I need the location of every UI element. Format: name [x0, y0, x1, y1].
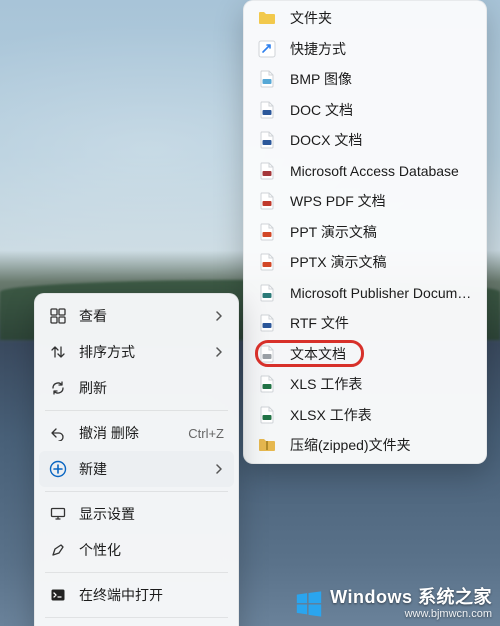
separator: [45, 410, 228, 411]
chevron-right-icon: [214, 347, 224, 357]
watermark-title: Windows 系统之家: [330, 588, 492, 608]
new-submenu-item[interactable]: PPTX 演示文稿: [244, 247, 486, 278]
submenu-item-label: 文本文档: [290, 344, 472, 364]
new-submenu-item[interactable]: XLS 工作表: [244, 369, 486, 400]
ctx-label: 在终端中打开: [79, 585, 224, 605]
new-submenu-item[interactable]: DOCX 文档: [244, 125, 486, 156]
terminal-icon: [49, 586, 67, 604]
ctx-label: 新建: [79, 459, 214, 479]
submenu-item-label: Microsoft Publisher Document: [290, 285, 472, 301]
docx-icon: [258, 131, 276, 149]
refresh-icon: [49, 379, 67, 397]
separator: [45, 572, 228, 573]
submenu-item-label: 快捷方式: [290, 39, 472, 59]
ctx-label: 撤消 删除: [79, 423, 188, 443]
ctx-label: 刷新: [79, 378, 224, 398]
ctx-label: 显示设置: [79, 504, 224, 524]
new-submenu-item[interactable]: Microsoft Publisher Document: [244, 278, 486, 309]
ctx-label: 排序方式: [79, 342, 214, 362]
submenu-item-label: PPTX 演示文稿: [290, 252, 472, 272]
submenu-item-label: DOC 文档: [290, 100, 472, 120]
shortcut-icon: [258, 40, 276, 58]
submenu-item-label: PPT 演示文稿: [290, 222, 472, 242]
submenu-item-label: WPS PDF 文档: [290, 191, 472, 211]
sort-icon: [49, 343, 67, 361]
bmp-icon: [258, 70, 276, 88]
submenu-item-label: BMP 图像: [290, 69, 472, 89]
display-icon: [49, 505, 67, 523]
xlsx-icon: [258, 406, 276, 424]
pub-icon: [258, 284, 276, 302]
ctx-item-refresh[interactable]: 刷新: [35, 370, 238, 406]
new-submenu-item[interactable]: 压缩(zipped)文件夹: [244, 430, 486, 461]
ctx-label: 查看: [79, 306, 214, 326]
new-submenu-item[interactable]: WPS PDF 文档: [244, 186, 486, 217]
shortcut-label: Ctrl+Z: [188, 426, 224, 441]
ctx-label: 个性化: [79, 540, 224, 560]
ctx-item-new[interactable]: 新建: [39, 451, 234, 487]
submenu-item-label: RTF 文件: [290, 313, 472, 333]
new-submenu-item[interactable]: BMP 图像: [244, 64, 486, 95]
new-submenu-item[interactable]: RTF 文件: [244, 308, 486, 339]
ctx-item-terminal[interactable]: 在终端中打开: [35, 577, 238, 613]
separator: [45, 491, 228, 492]
access-icon: [258, 162, 276, 180]
new-submenu: 文件夹快捷方式 BMP 图像 DOC 文档 DOCX 文档 Microsoft Acce…: [243, 0, 487, 464]
rtf-icon: [258, 314, 276, 332]
xls-icon: [258, 375, 276, 393]
watermark: Windows 系统之家 www.bjmwcn.com: [294, 588, 492, 620]
watermark-url: www.bjmwcn.com: [330, 608, 492, 620]
new-submenu-item[interactable]: 文件夹: [244, 3, 486, 34]
txt-icon: [258, 345, 276, 363]
ppt-icon: [258, 223, 276, 241]
desktop-context-menu: 查看 排序方式 刷新 撤消 删除 Ctrl+Z 新建: [34, 293, 239, 626]
ctx-item-personalize[interactable]: 个性化: [35, 532, 238, 568]
submenu-item-label: 压缩(zipped)文件夹: [290, 435, 472, 455]
ctx-item-undo[interactable]: 撤消 删除 Ctrl+Z: [35, 415, 238, 451]
undo-icon: [49, 424, 67, 442]
folder-icon: [258, 9, 276, 27]
zip-icon: [258, 436, 276, 454]
submenu-item-label: XLS 工作表: [290, 374, 472, 394]
doc-icon: [258, 101, 276, 119]
ctx-item-view[interactable]: 查看: [35, 298, 238, 334]
ctx-item-sort[interactable]: 排序方式: [35, 334, 238, 370]
new-submenu-item[interactable]: XLSX 工作表: [244, 400, 486, 431]
pdf-icon: [258, 192, 276, 210]
separator: [45, 617, 228, 618]
new-submenu-item[interactable]: PPT 演示文稿: [244, 217, 486, 248]
windows-logo-icon: [294, 589, 324, 619]
submenu-item-label: 文件夹: [290, 8, 472, 28]
new-submenu-item[interactable]: 文本文档: [244, 339, 486, 370]
personalize-icon: [49, 541, 67, 559]
new-submenu-item[interactable]: DOC 文档: [244, 95, 486, 126]
view-icon: [49, 307, 67, 325]
ctx-item-more[interactable]: 显示更多选项: [35, 622, 238, 626]
submenu-item-label: Microsoft Access Database: [290, 163, 472, 179]
pptx-icon: [258, 253, 276, 271]
new-submenu-item[interactable]: 快捷方式: [244, 34, 486, 65]
ctx-item-display[interactable]: 显示设置: [35, 496, 238, 532]
new-icon: [49, 460, 67, 478]
submenu-item-label: DOCX 文档: [290, 130, 472, 150]
submenu-item-label: XLSX 工作表: [290, 405, 472, 425]
new-submenu-item[interactable]: Microsoft Access Database: [244, 156, 486, 187]
chevron-right-icon: [214, 464, 224, 474]
chevron-right-icon: [214, 311, 224, 321]
